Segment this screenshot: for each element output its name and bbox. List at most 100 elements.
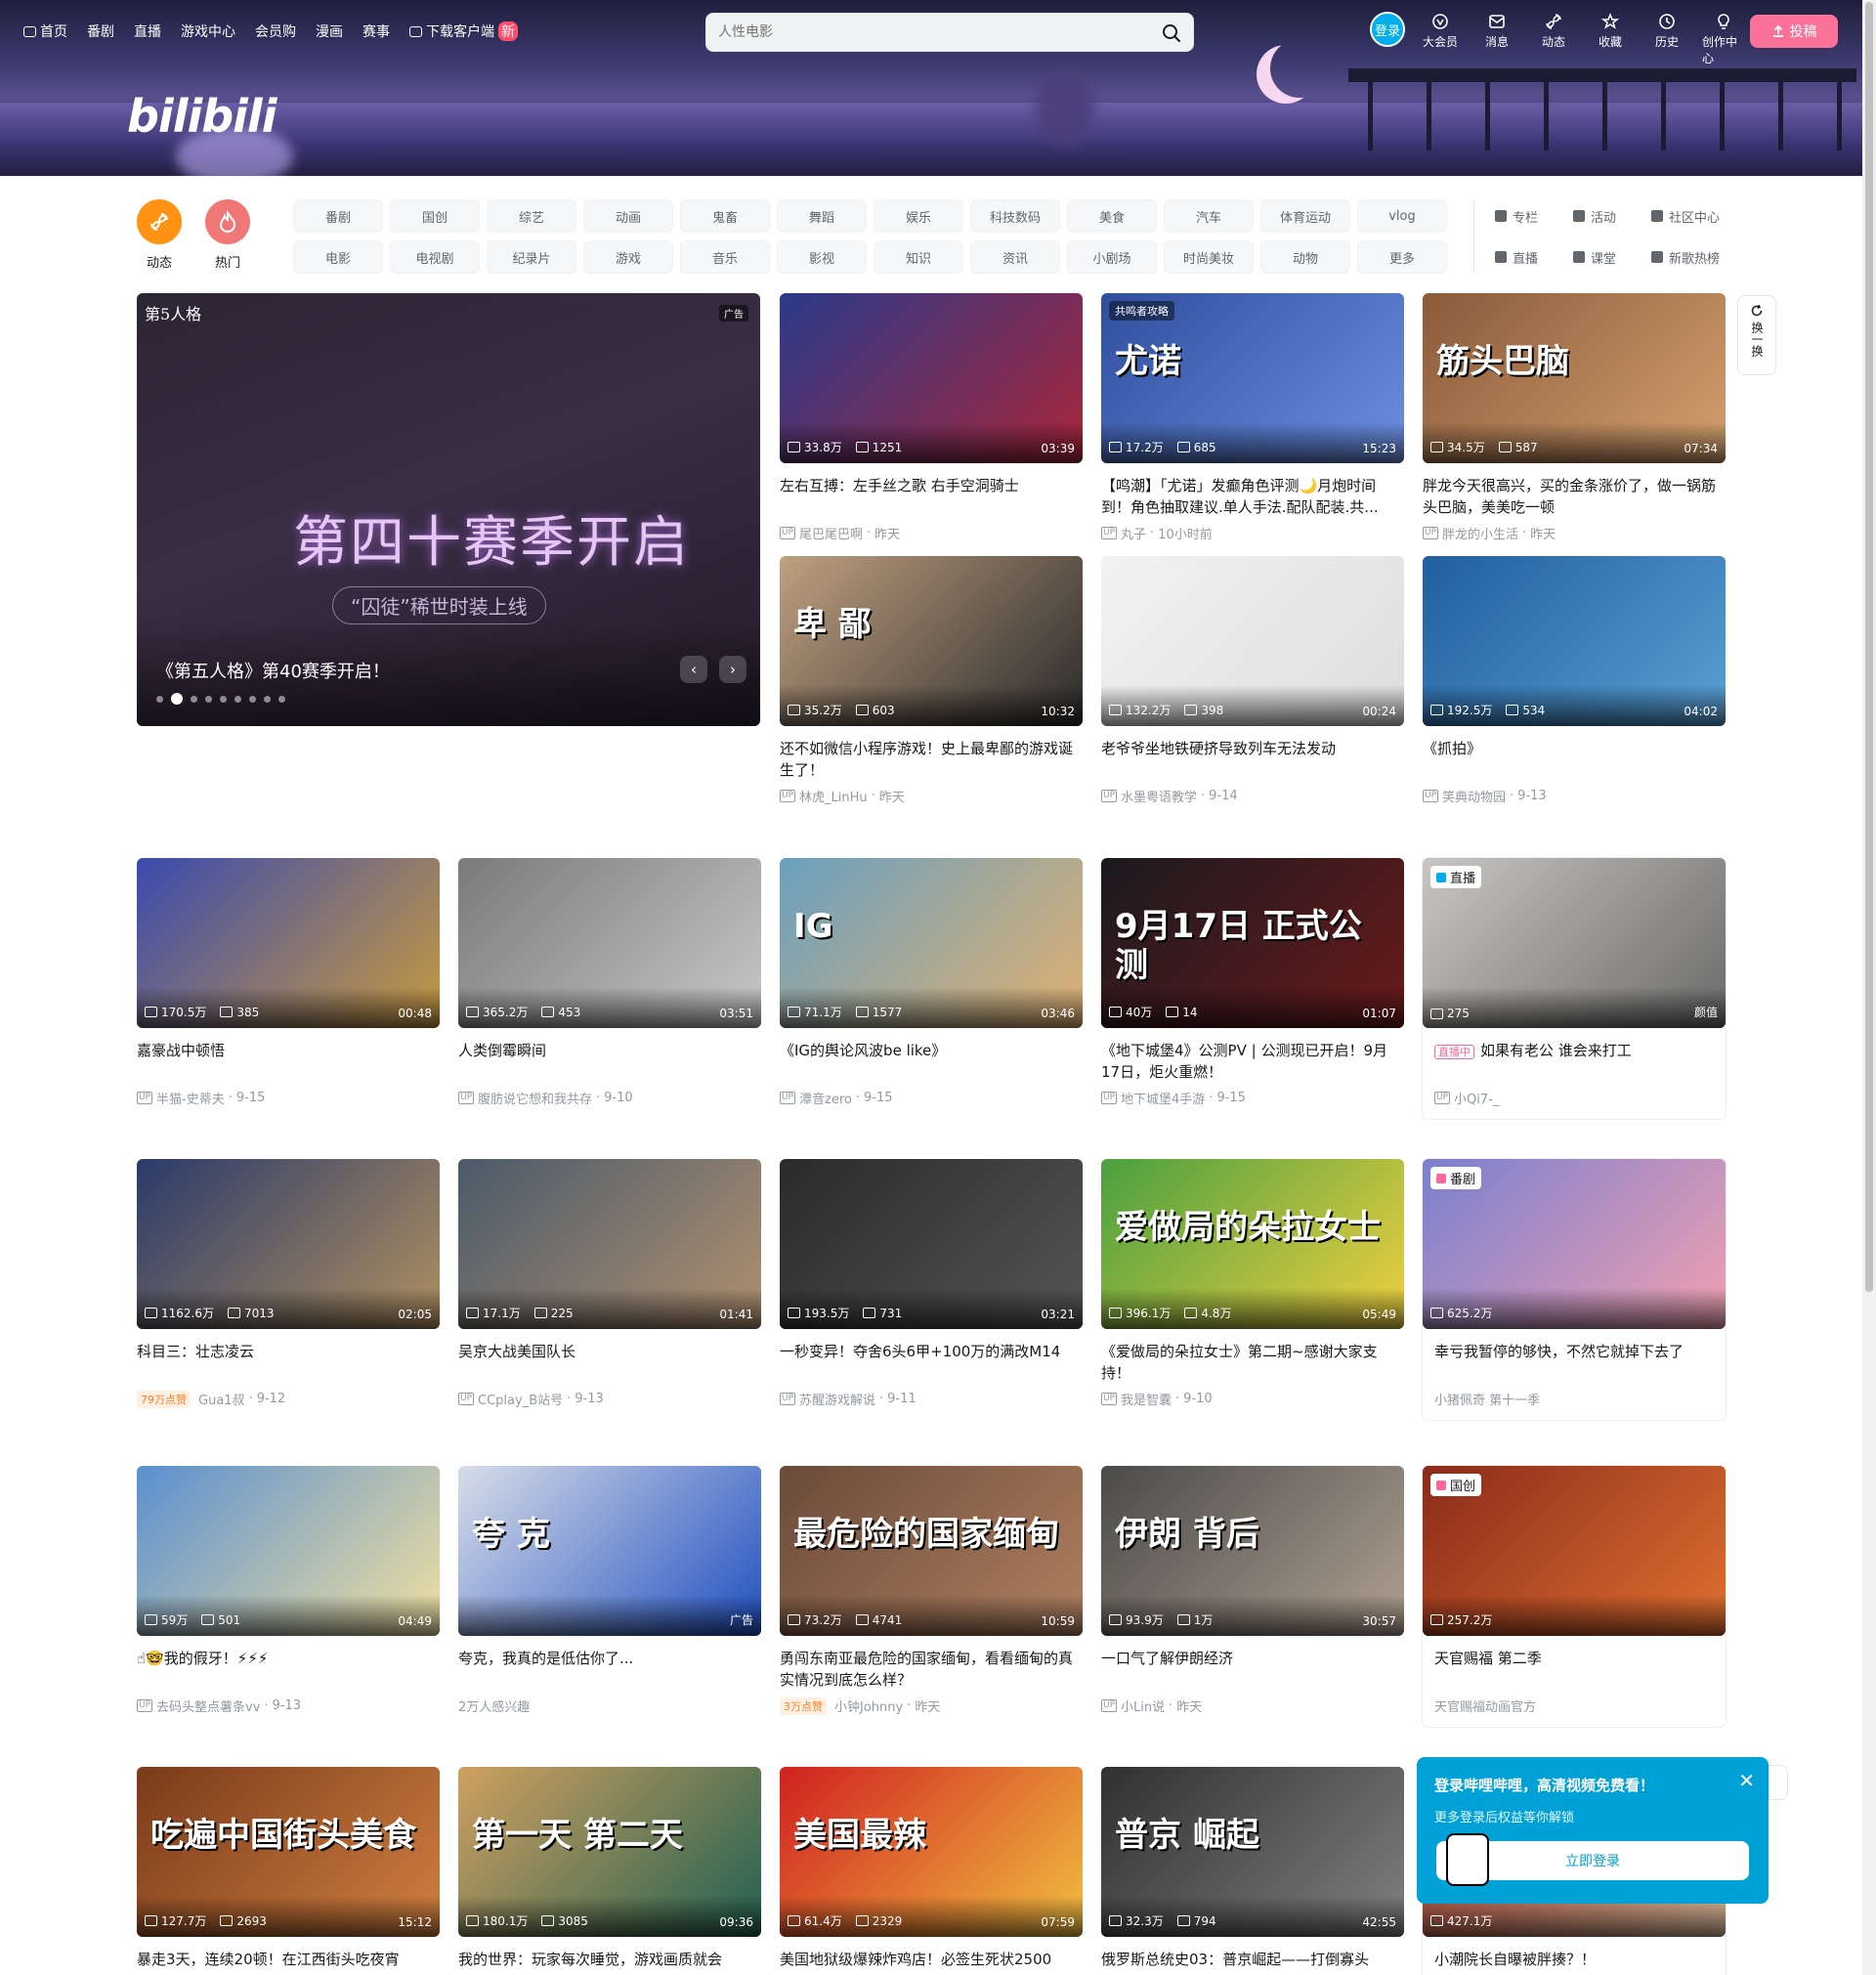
video-card[interactable]: 卑 鄙 35.2万 603 10:32 还不如微信小程序游戏！史上最卑鄙的游戏诞生了！ U… [780, 556, 1083, 805]
video-thumbnail[interactable]: 卑 鄙 35.2万 603 10:32 [780, 556, 1083, 726]
login-avatar-button[interactable]: 登录 [1370, 12, 1405, 47]
video-thumbnail[interactable]: 第一天 第二天 180.1万 3085 09:36 [458, 1767, 761, 1937]
channel-link[interactable]: vlog [1357, 199, 1447, 233]
search-box[interactable] [705, 13, 1194, 52]
uploader-name[interactable]: 我是智囊 [1121, 1390, 1172, 1408]
video-title[interactable]: 幸亏我暂停的够快，不然它就掉下去了 [1423, 1341, 1726, 1384]
channel-link[interactable]: 科技数码 [970, 199, 1060, 233]
scrollbar[interactable] [1862, 0, 1876, 1975]
video-card[interactable]: 番剧 625.2万 幸亏我暂停的够快，不然它就掉下去了 小猪佩奇 第十一季 [1423, 1159, 1726, 1420]
channel-hot[interactable]: 热门 [205, 199, 250, 271]
video-title[interactable]: 老爷爷坐地铁硬挤导致列车无法发动 [1101, 738, 1404, 781]
video-card[interactable]: 筋头巴脑 34.5万 587 07:34 胖龙今天很高兴，买的金条涨价了，做一锅筋头巴脑… [1423, 293, 1726, 542]
video-thumbnail[interactable]: 尤诺 共鸣者攻略 17.2万 685 15:23 [1101, 293, 1404, 463]
video-card[interactable]: 17.1万 225 01:41 吴京大战美国队长 UP CCplay_B站号 · 9-13 [458, 1159, 761, 1408]
carousel-dot[interactable] [264, 695, 271, 703]
carousel[interactable]: 第5人格 广告 第四十赛季开启 “囚徒”稀世时装上线 《第五人格》第40赛季开启… [137, 293, 760, 726]
uploader-name[interactable]: 笑典动物园 [1442, 787, 1506, 805]
video-card[interactable]: 192.5万 534 04:02 《抓拍》 UP 笑典动物园 · 9-13 [1423, 556, 1726, 805]
video-title[interactable]: 【鸣潮】「尤诺」发癫角色评测🌙月炮时间到！角色抽取建议.单人手法.配队配装.共.… [1101, 475, 1404, 518]
video-thumbnail[interactable]: 193.5万 731 03:21 [780, 1159, 1083, 1329]
video-thumbnail[interactable]: 伊朗 背后 93.9万 1万 30:57 [1101, 1466, 1404, 1636]
video-thumbnail[interactable]: 夸 克广告 [458, 1466, 761, 1636]
scrollbar-thumb[interactable] [1865, 2, 1873, 1292]
video-thumbnail[interactable]: 吃遍中国街头美食 127.7万 2693 15:12 [137, 1767, 440, 1937]
video-card[interactable]: 33.8万 1251 03:39 左右互搏：左手丝之歌 右手空洞骑士 UP 尾巴尾巴啊 · 昨… [780, 293, 1083, 542]
video-card[interactable]: 夸 克广告 夸克，我真的是低估你了... 2万人感兴趣 [458, 1466, 761, 1715]
video-thumbnail[interactable]: 筋头巴脑 34.5万 587 07:34 [1423, 293, 1726, 463]
video-thumbnail[interactable]: 最危险的国家缅甸 73.2万 4741 10:59 [780, 1466, 1083, 1636]
video-card[interactable]: 193.5万 731 03:21 一秒变异！夺舍6头6甲+100万的满改M14 UP 苏醒… [780, 1159, 1083, 1408]
video-title[interactable]: ☝🤓我的假牙！⚡⚡⚡ [137, 1648, 440, 1691]
video-card[interactable]: 9月17日 正式公测 40万 14 01:07 《地下城堡4》公测PV | 公测现已开启… [1101, 858, 1404, 1107]
top-nav-star-link[interactable]: 收藏 [1589, 12, 1632, 50]
video-thumbnail[interactable]: 国创 257.2万 [1423, 1466, 1726, 1636]
video-thumbnail[interactable]: 17.1万 225 01:41 [458, 1159, 761, 1329]
uploader-name[interactable]: 天官赐福动画官方 [1434, 1696, 1536, 1715]
channel-link[interactable]: 纪录片 [487, 240, 576, 274]
channel-link[interactable]: 舞蹈 [777, 199, 867, 233]
video-title[interactable]: 还不如微信小程序游戏！史上最卑鄙的游戏诞生了！ [780, 738, 1083, 781]
video-thumbnail[interactable]: 1162.6万 7013 02:05 [137, 1159, 440, 1329]
video-title[interactable]: 胖龙今天很高兴，买的金条涨价了，做一锅筋头巴脑，美美吃一顿 [1423, 475, 1726, 518]
channel-side-link[interactable]: 专栏 [1495, 199, 1571, 233]
carousel-dot[interactable] [205, 695, 212, 703]
video-thumbnail[interactable]: 9月17日 正式公测 40万 14 01:07 [1101, 858, 1404, 1028]
top-nav-item[interactable]: 首页 [23, 21, 67, 41]
carousel-prev-button[interactable]: ‹ [680, 656, 707, 683]
video-title[interactable]: 《抓拍》 [1423, 738, 1726, 781]
video-thumbnail[interactable]: 192.5万 534 04:02 [1423, 556, 1726, 726]
channel-side-link[interactable]: 课堂 [1573, 240, 1649, 274]
video-card[interactable]: 直播 275 颜值 直播中 如果有老公 谁会来打工 UP 小Qi7-_ [1423, 858, 1726, 1119]
video-card[interactable]: 170.5万 385 00:48 嘉豪战中顿悟 UP 半猫-史蒂夫 · 9-15 [137, 858, 440, 1107]
top-nav-item[interactable]: 漫画 [316, 21, 343, 41]
channel-link[interactable]: 时尚美妆 [1164, 240, 1254, 274]
video-title[interactable]: 一秒变异！夺舍6头6甲+100万的满改M14 [780, 1341, 1083, 1384]
video-card[interactable]: 美国最辣 61.4万 2329 07:59 美国地狱级爆辣炸鸡店！必签生死状2500 [780, 1767, 1083, 1975]
uploader-name[interactable]: 尾巴尾巴啊 [799, 524, 863, 542]
video-card[interactable]: IG 71.1万 1577 03:46 《IG的舆论风波be like》 UP 潭音zero… [780, 858, 1083, 1107]
top-nav-message-link[interactable]: 消息 [1475, 12, 1518, 50]
video-thumbnail[interactable]: 365.2万 453 03:51 [458, 858, 761, 1028]
video-title[interactable]: 吴京大战美国队长 [458, 1341, 761, 1384]
carousel-dot[interactable] [156, 695, 163, 703]
channel-link[interactable]: 动画 [583, 199, 673, 233]
uploader-name[interactable]: Gua1叔 [198, 1390, 245, 1408]
uploader-name[interactable]: 小猪佩奇 第十一季 [1434, 1390, 1540, 1408]
video-title[interactable]: 左右互搏：左手丝之歌 右手空洞骑士 [780, 475, 1083, 518]
channel-link[interactable]: 动物 [1260, 240, 1350, 274]
channel-link[interactable]: 番剧 [293, 199, 383, 233]
channel-side-link[interactable]: 社区中心 [1651, 199, 1749, 233]
uploader-name[interactable]: 苏醒游戏解说 [799, 1390, 875, 1408]
search-icon[interactable] [1160, 21, 1183, 45]
video-title[interactable]: 暴走3天，连续20顿！在江西街头吃夜宵 [137, 1949, 440, 1975]
top-nav-item[interactable]: 游戏中心 [181, 21, 235, 41]
channel-link[interactable]: 美食 [1067, 199, 1157, 233]
video-thumbnail[interactable]: 132.2万 398 00:24 [1101, 556, 1404, 726]
channel-link[interactable]: 影视 [777, 240, 867, 274]
video-card[interactable]: 尤诺 共鸣者攻略 17.2万 685 15:23 【鸣潮】「尤诺」发癫角色评测🌙月炮时间到… [1101, 293, 1404, 542]
video-title[interactable]: 《IG的舆论风波be like》 [780, 1040, 1083, 1083]
video-card[interactable]: 365.2万 453 03:51 人类倒霉瞬间 UP 腹肪说它想和我共存 · 9-10 [458, 858, 761, 1107]
uploader-name[interactable]: 林虎_LinHu [799, 787, 868, 805]
carousel-dot-active[interactable] [171, 693, 183, 705]
uploader-name[interactable]: 小Lin说 [1121, 1696, 1165, 1715]
video-title[interactable]: 夸克，我真的是低估你了... [458, 1648, 761, 1691]
carousel-next-button[interactable]: › [719, 656, 746, 683]
top-nav-dynamic-link[interactable]: 动态 [1532, 12, 1575, 50]
video-card[interactable]: 国创 257.2万天官赐福 第二季天官赐福动画官方 [1423, 1466, 1726, 1727]
channel-link[interactable]: 体育运动 [1260, 199, 1350, 233]
channel-link[interactable]: 电影 [293, 240, 383, 274]
uploader-name[interactable]: 腹肪说它想和我共存 [478, 1089, 592, 1107]
video-card[interactable]: 1162.6万 7013 02:05 科目三：壮志凌云 79万点赞 Gua1叔 · 9-12 [137, 1159, 440, 1408]
video-title[interactable]: 俄罗斯总统史03：普京崛起——打倒寡头 [1101, 1949, 1404, 1975]
channel-link[interactable]: 更多 [1357, 240, 1447, 274]
video-title[interactable]: 勇闯东南亚最危险的国家缅甸，看看缅甸的真实情况到底怎么样？ [780, 1648, 1083, 1691]
video-title[interactable]: 《地下城堡4》公测PV | 公测现已开启！9月17日，炬火重燃！ [1101, 1040, 1404, 1083]
uploader-name[interactable]: CCplay_B站号 [478, 1390, 563, 1408]
video-title[interactable]: 天官赐福 第二季 [1423, 1648, 1726, 1691]
video-thumbnail[interactable]: 爱做局的朵拉女士 396.1万 4.8万 05:49 [1101, 1159, 1404, 1329]
bilibili-logo[interactable]: bilibili [127, 90, 277, 143]
top-nav-item[interactable]: 会员购 [255, 21, 296, 41]
carousel-dot[interactable] [249, 695, 256, 703]
